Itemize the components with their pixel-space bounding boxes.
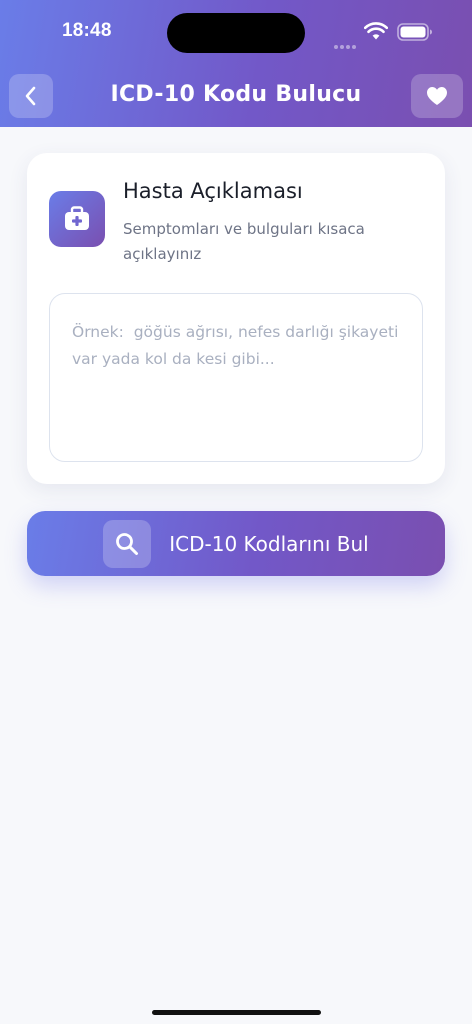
app-header: 18:48 ICD-10 Kodu Bulucu [0,0,472,127]
heart-icon [427,87,447,105]
patient-description-input[interactable] [49,293,423,462]
chevron-left-icon [25,86,36,106]
page-title: ICD-10 Kodu Bulucu [110,82,362,107]
card-title: Hasta Açıklaması [123,179,303,203]
find-button-label: ICD-10 Kodlarını Bul [169,531,369,556]
home-indicator [152,1010,321,1015]
status-time: 18:48 [62,20,112,41]
medical-kit-icon [49,191,105,247]
favorite-button[interactable] [411,74,463,118]
wifi-icon [364,22,388,40]
battery-icon [397,23,432,41]
dynamic-island [167,13,305,53]
search-icon [103,519,152,568]
card-subtitle: Semptomları ve bulguları kısaca açıklayı… [123,220,365,263]
cellular-signal-icon [334,34,358,53]
back-button[interactable] [9,74,53,118]
patient-description-card: Hasta Açıklaması Semptomları ve bulgular… [27,153,445,484]
find-icd10-codes-button[interactable]: ICD-10 Kodlarını Bul [27,511,445,576]
status-bar: 18:48 [0,0,472,64]
